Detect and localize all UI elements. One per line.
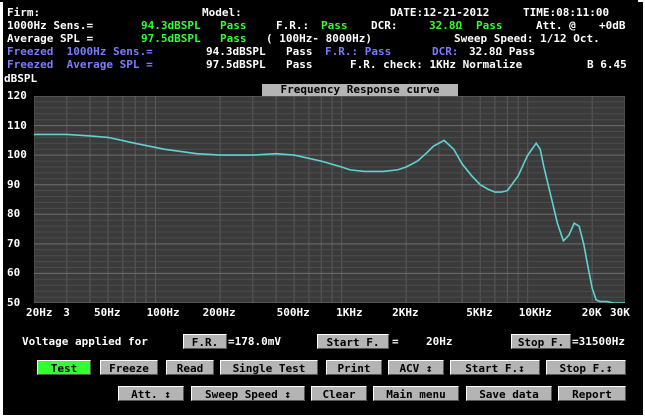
sens-label: 1000Hz Sens.= <box>7 19 94 32</box>
y-tick-label: 120 <box>7 89 27 102</box>
y-tick-label: 90 <box>7 177 21 191</box>
x-tick-label: 30K <box>610 306 630 319</box>
start-freq-button[interactable]: Start F. <box>317 334 389 349</box>
dcr-status: Pass <box>476 19 503 32</box>
fr-status: Pass <box>321 19 348 32</box>
y-tick-label: 80 <box>7 207 21 221</box>
x-tick-label: 3 <box>63 306 70 319</box>
x-tick-label: 20Hz <box>26 306 53 319</box>
read-button[interactable]: Read <box>166 360 214 375</box>
att-value: +0dB <box>599 19 626 32</box>
x-tick-label: 100Hz <box>146 306 180 319</box>
frequency-response-plot <box>33 95 626 304</box>
x-tick-label: 50Hz <box>94 306 121 319</box>
y-tick-label: 100 <box>7 148 27 162</box>
dcr-value: 32.8Ω <box>429 19 463 32</box>
date-display: DATE:12-21-2012 <box>390 6 490 19</box>
report-button[interactable]: Report <box>558 386 626 401</box>
sweep-speed-readout: Sweep Speed: 1/12 Oct. <box>454 32 600 45</box>
sweep-speed-button[interactable]: Sweep Speed ↕ <box>191 386 305 401</box>
time-display: TIME:08:11:00 <box>523 6 610 19</box>
model-label: Model: <box>202 6 242 19</box>
start-f-adjust-button[interactable]: Start F.↕ <box>450 360 540 375</box>
voltage-label: Voltage applied for <box>22 335 148 348</box>
freeze-button[interactable]: Freeze <box>100 360 158 375</box>
x-tick-label: 200Hz <box>202 306 236 319</box>
fr-check: F.R. check: 1KHz Normalize <box>350 58 523 71</box>
clear-button[interactable]: Clear <box>311 386 367 401</box>
freezed-sens-value: 94.3dBSPL <box>206 45 266 58</box>
att-label: Att. @ <box>536 19 576 32</box>
y-tick-label: 60 <box>7 266 21 280</box>
freezed-spl-value: 97.5dBSPL <box>206 58 266 71</box>
freezed-spl-label: Freezed Average SPL = <box>7 58 153 71</box>
fr-voltage-button[interactable]: F.R. <box>183 334 227 349</box>
freezed-spl-status: Pass <box>286 58 313 71</box>
freezed-dcr-value: 32.8Ω Pass <box>469 45 536 58</box>
save-data-button[interactable]: Save data <box>466 386 552 401</box>
sens-status: Pass <box>220 19 247 32</box>
acv-button[interactable]: ACV ↕ <box>388 360 444 375</box>
y-unit-label: dBSPL <box>4 72 38 85</box>
chart-title: Frequency Response curve <box>262 84 458 96</box>
test-button[interactable]: Test <box>37 360 91 375</box>
main-menu-button[interactable]: Main menu <box>373 386 459 401</box>
freezed-dcr-label: DCR: <box>432 45 459 58</box>
spl-status: Pass <box>220 32 247 45</box>
sens-value: 94.3dBSPL <box>141 19 201 32</box>
x-tick-label: 2KHz <box>392 306 419 319</box>
single-test-button[interactable]: Single Test <box>220 360 318 375</box>
freezed-sens-status: Pass <box>286 45 313 58</box>
voltage-value: =178.0mV <box>228 335 281 348</box>
y-tick-label: 70 <box>7 236 21 250</box>
firm-label: Firm: <box>7 6 41 19</box>
start-freq-eq: = <box>392 335 399 348</box>
fr-label: F.R.: <box>276 19 310 32</box>
tester-screen: Firm: Model: DATE:12-21-2012 TIME:08:11:… <box>3 2 643 415</box>
y-tick-label: 50 <box>7 296 21 309</box>
start-freq-value: 20Hz <box>426 335 453 348</box>
y-tick-label: 110 <box>7 118 27 132</box>
freq-range: ( 100Hz- 8000Hz) <box>266 32 372 45</box>
freezed-fr: F.R.: Pass <box>325 45 392 58</box>
stop-freq-button[interactable]: Stop F. <box>511 334 571 349</box>
dcr-label: DCR: <box>371 19 398 32</box>
x-tick-label: 500Hz <box>276 306 310 319</box>
freezed-sens-label: Freezed 1000Hz Sens.= <box>7 45 153 58</box>
spl-value: 97.5dBSPL <box>141 32 201 45</box>
stop-freq-value: =31500Hz <box>572 335 625 348</box>
stop-f-adjust-button[interactable]: Stop F.↕ <box>546 360 626 375</box>
x-tick-label: 20K <box>581 306 602 319</box>
spl-label: Average SPL = <box>7 32 94 45</box>
plot-svg <box>33 95 626 304</box>
print-button[interactable]: Print <box>326 360 382 375</box>
x-tick-label: 5KHz <box>466 306 493 319</box>
att-button[interactable]: Att. ↕ <box>118 386 184 401</box>
version-label: B 6.45 <box>587 58 627 71</box>
x-tick-label: 10KHz <box>518 306 552 319</box>
x-tick-label: 1KHz <box>336 306 363 319</box>
